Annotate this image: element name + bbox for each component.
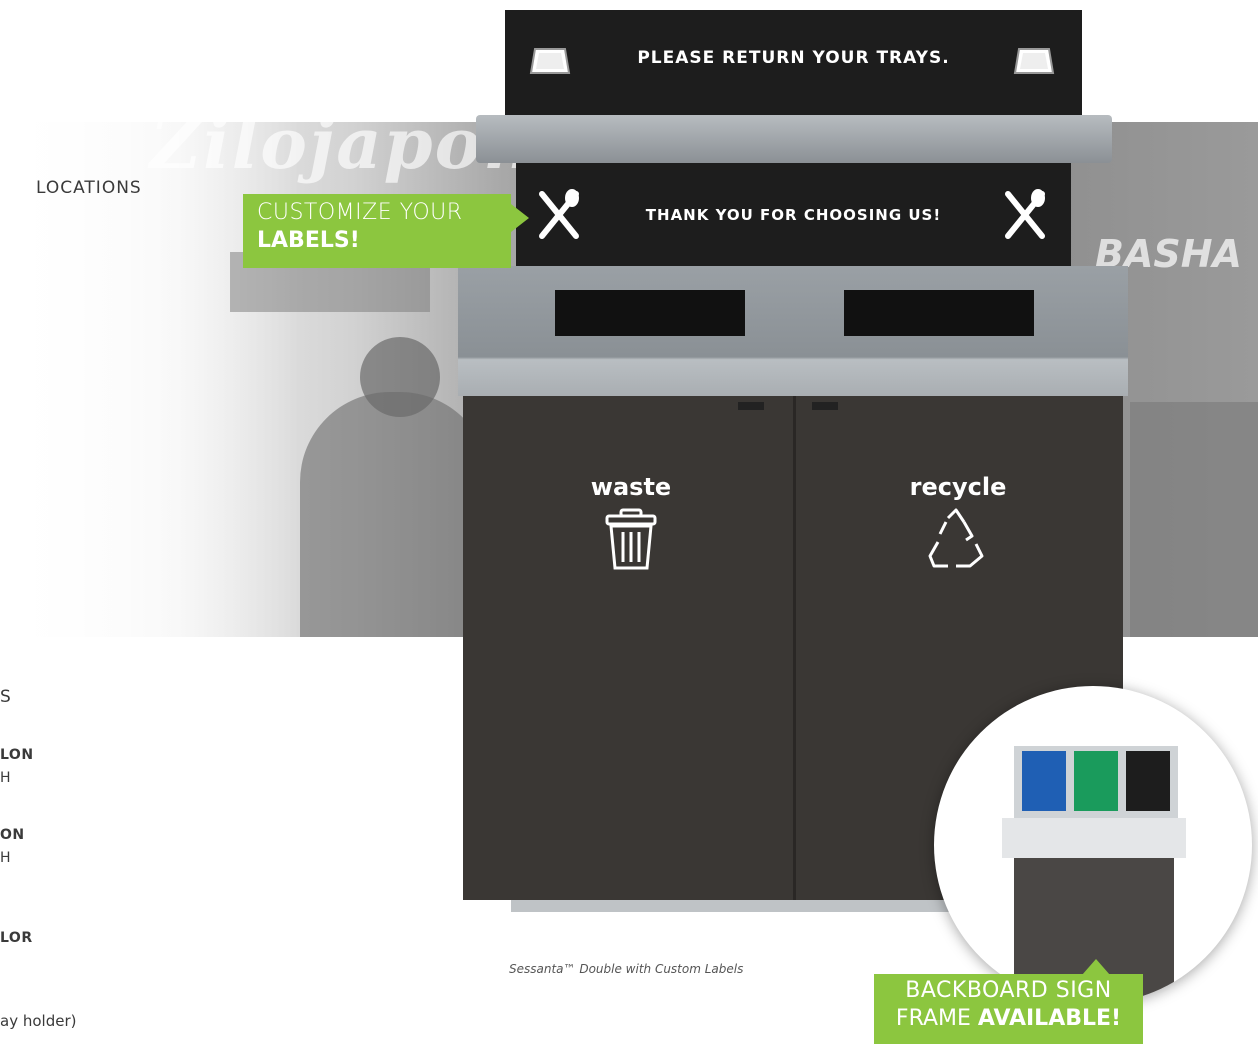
inset-sign-frame	[1014, 746, 1178, 818]
customize-line2: LABELS!	[257, 228, 360, 253]
person-silhouette	[300, 392, 490, 637]
door-handle-right	[812, 402, 838, 410]
backboard-line2-regular: FRAME	[895, 1006, 978, 1031]
backboard-sign: PLEASE RETURN YOUR TRAYS.	[505, 10, 1082, 118]
spec1-subtitle: H	[0, 770, 11, 786]
backboard-frame-callout: BACKBOARD SIGN FRAME AVAILABLE!	[874, 959, 1143, 1044]
backboard-frame-inset	[934, 686, 1252, 1004]
tray-icon	[1013, 48, 1055, 74]
customize-line1: CUSTOMIZE YOUR	[257, 200, 463, 225]
door-handle-left	[738, 402, 764, 410]
floor-area	[1130, 402, 1258, 637]
product-caption: Sessanta™ Double with Custom Labels	[509, 962, 744, 976]
spec2-subtitle: H	[0, 850, 11, 866]
recycle-opening	[844, 290, 1034, 336]
inset-recyclables-sign	[1022, 751, 1066, 811]
backboard-line2: FRAME AVAILABLE!	[874, 1006, 1143, 1031]
door-divider	[793, 396, 796, 900]
recycle-icon	[928, 508, 984, 568]
utensils-icon	[1005, 189, 1045, 239]
backboard-line1: BACKBOARD SIGN	[905, 978, 1112, 1003]
customize-labels-callout: CUSTOMIZE YOUR LABELS!	[243, 194, 529, 268]
callout-arrow-up	[1082, 959, 1110, 975]
spec3-title: LOR	[0, 930, 33, 946]
spec-heading-fragment: S	[0, 687, 11, 707]
tray-shelf	[476, 115, 1112, 163]
trash-can-icon	[605, 508, 657, 570]
spec1-title: LON	[0, 747, 34, 763]
callout-arrow	[511, 204, 529, 232]
waste-opening	[555, 290, 745, 336]
label-panel: THANK YOU FOR CHOOSING US!	[516, 163, 1071, 266]
locations-heading: LOCATIONS	[36, 178, 142, 198]
tray-note: ay holder)	[0, 1012, 77, 1030]
spec2-title: ON	[0, 827, 25, 843]
inset-lid	[1002, 818, 1186, 858]
panel-text: THANK YOU FOR CHOOSING US!	[645, 206, 942, 224]
recycle-label: recycle	[909, 473, 1007, 501]
inset-waste-sign	[1126, 751, 1170, 811]
inset-organics-sign	[1074, 751, 1118, 811]
backboard-line2-bold: AVAILABLE!	[977, 1006, 1122, 1031]
waste-label: waste	[590, 473, 672, 501]
backboard-text: PLEASE RETURN YOUR TRAYS.	[637, 48, 950, 68]
